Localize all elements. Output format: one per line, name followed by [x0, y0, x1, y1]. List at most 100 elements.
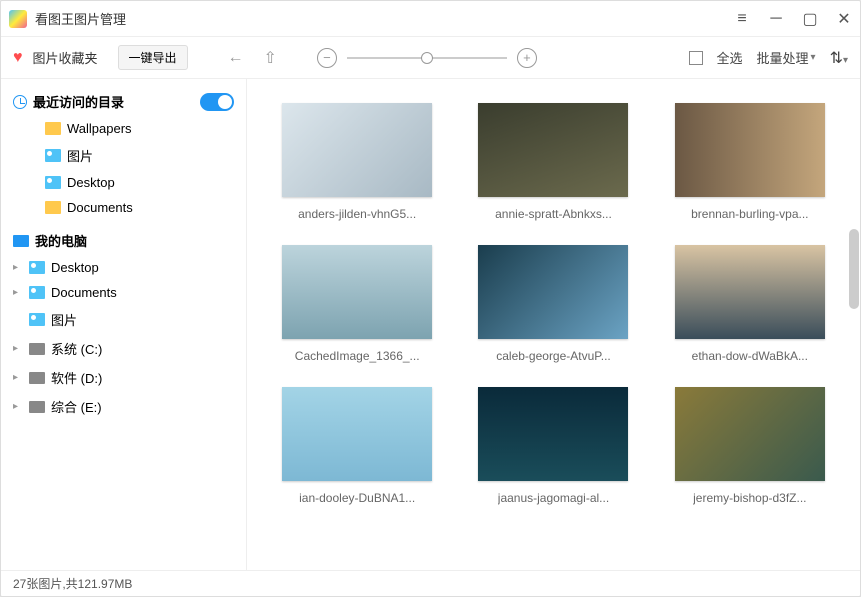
- nav-buttons: ← ⇧: [228, 48, 277, 68]
- sidebar-item-label: 综合 (E:): [51, 397, 102, 416]
- thumbnail-item[interactable]: jaanus-jagomagi-al...: [475, 387, 631, 505]
- thumbnail-label: CachedImage_1366_...: [295, 349, 420, 363]
- thumbnail-image: [282, 387, 432, 481]
- thumbnail-image: [282, 103, 432, 197]
- zoom-in-button[interactable]: +: [517, 48, 537, 68]
- image-icon: [45, 176, 61, 189]
- window-title: 看图王图片管理: [35, 9, 734, 28]
- select-all-label[interactable]: 全选: [717, 48, 743, 67]
- sidebar-item-label: 系统 (C:): [51, 339, 102, 358]
- sidebar-item-label: Documents: [51, 285, 117, 300]
- expand-icon[interactable]: ▸: [13, 287, 23, 298]
- sidebar-item[interactable]: ▸ 系统 (C:): [1, 334, 246, 363]
- thumbnail-image: [675, 387, 825, 481]
- image-icon: [29, 261, 45, 274]
- thumbnail-item[interactable]: jeremy-bishop-d3fZ...: [672, 387, 828, 505]
- right-tools: 全选 批量处理 ▾ ⇅▾: [689, 48, 849, 68]
- window-controls: ≡ ─ ▢ ✕: [734, 11, 852, 27]
- thumbnail-item[interactable]: ian-dooley-DuBNA1...: [279, 387, 435, 505]
- zoom-slider[interactable]: [347, 57, 507, 59]
- status-text: 27张图片,共121.97MB: [13, 575, 132, 592]
- sidebar-item-label: Desktop: [67, 175, 115, 190]
- thumbnail-item[interactable]: ethan-dow-dWaBkA...: [672, 245, 828, 363]
- disk-icon: [29, 401, 45, 413]
- menu-button[interactable]: ≡: [734, 11, 750, 27]
- caret-down-icon: ▾: [811, 52, 816, 63]
- sidebar-item[interactable]: ▸ Documents: [1, 280, 246, 305]
- thumbnail-label: ian-dooley-DuBNA1...: [299, 491, 415, 505]
- sidebar-item-label: Wallpapers: [67, 121, 132, 136]
- maximize-button[interactable]: ▢: [802, 11, 818, 27]
- folder-icon: [45, 201, 61, 214]
- thumbnail-image: [282, 245, 432, 339]
- expand-icon[interactable]: ▸: [13, 372, 23, 383]
- thumbnail-item[interactable]: anders-jilden-vhnG5...: [279, 103, 435, 221]
- sort-button[interactable]: ⇅▾: [830, 48, 848, 68]
- select-all-checkbox[interactable]: [689, 51, 703, 65]
- expand-icon[interactable]: ▸: [13, 401, 23, 412]
- batch-dropdown[interactable]: 批量处理 ▾: [757, 48, 816, 67]
- thumbnail-label: caleb-george-AtvuP...: [496, 349, 611, 363]
- sidebar-item-label: Documents: [67, 200, 133, 215]
- body: 最近访问的目录 Wallpapers 图片 Desktop Documents …: [1, 79, 860, 570]
- content-area: anders-jilden-vhnG5... annie-spratt-Abnk…: [247, 79, 860, 570]
- expand-icon[interactable]: ▸: [13, 262, 23, 273]
- thumbnail-grid: anders-jilden-vhnG5... annie-spratt-Abnk…: [279, 103, 828, 505]
- thumbnail-label: annie-spratt-Abnkxs...: [495, 207, 612, 221]
- sidebar-item[interactable]: 图片: [1, 141, 246, 170]
- disk-icon: [29, 372, 45, 384]
- favorites-label[interactable]: 图片收藏夹: [33, 48, 98, 67]
- thumbnail-item[interactable]: CachedImage_1366_...: [279, 245, 435, 363]
- sidebar-item-label: Desktop: [51, 260, 99, 275]
- export-button[interactable]: 一键导出: [118, 45, 188, 70]
- thumbnail-label: jaanus-jagomagi-al...: [498, 491, 609, 505]
- thumbnail-label: brennan-burling-vpa...: [691, 207, 808, 221]
- back-button[interactable]: ←: [228, 49, 244, 67]
- image-icon: [29, 286, 45, 299]
- thumbnail-image: [675, 103, 825, 197]
- sidebar-item[interactable]: Desktop: [1, 170, 246, 195]
- sidebar-item-label: 图片: [51, 310, 77, 329]
- thumbnail-label: anders-jilden-vhnG5...: [298, 207, 416, 221]
- recent-toggle[interactable]: [200, 93, 234, 111]
- thumbnail-scroll[interactable]: anders-jilden-vhnG5... annie-spratt-Abnk…: [247, 79, 860, 570]
- minimize-button[interactable]: ─: [768, 11, 784, 27]
- app-icon: [9, 10, 27, 28]
- thumbnail-image: [478, 103, 628, 197]
- sidebar-item[interactable]: ▸ 软件 (D:): [1, 363, 246, 392]
- sidebar-item[interactable]: ▸ Desktop: [1, 255, 246, 280]
- sidebar-item[interactable]: Wallpapers: [1, 116, 246, 141]
- pc-icon: [13, 235, 29, 247]
- app-window: 看图王图片管理 ≡ ─ ▢ ✕ ♥ 图片收藏夹 一键导出 ← ⇧ − + 全选 …: [0, 0, 861, 597]
- thumbnail-image: [675, 245, 825, 339]
- statusbar: 27张图片,共121.97MB: [1, 570, 860, 596]
- thumbnail-label: ethan-dow-dWaBkA...: [692, 349, 808, 363]
- my-pc-header[interactable]: 我的电脑: [1, 226, 246, 255]
- close-button[interactable]: ✕: [836, 11, 852, 27]
- clock-icon: [13, 95, 27, 109]
- expand-icon[interactable]: ▸: [13, 343, 23, 354]
- thumbnail-item[interactable]: caleb-george-AtvuP...: [475, 245, 631, 363]
- sidebar: 最近访问的目录 Wallpapers 图片 Desktop Documents …: [1, 79, 247, 570]
- thumbnail-label: jeremy-bishop-d3fZ...: [693, 491, 806, 505]
- sidebar-item-label: 图片: [67, 146, 93, 165]
- zoom-out-button[interactable]: −: [317, 48, 337, 68]
- thumbnail-item[interactable]: brennan-burling-vpa...: [672, 103, 828, 221]
- zoom-thumb[interactable]: [421, 52, 433, 64]
- thumbnail-image: [478, 245, 628, 339]
- sidebar-item[interactable]: Documents: [1, 195, 246, 220]
- up-button[interactable]: ⇧: [264, 48, 277, 68]
- thumbnail-image: [478, 387, 628, 481]
- thumbnail-item[interactable]: annie-spratt-Abnkxs...: [475, 103, 631, 221]
- scrollbar-thumb[interactable]: [849, 229, 859, 309]
- toolbar: ♥ 图片收藏夹 一键导出 ← ⇧ − + 全选 批量处理 ▾ ⇅▾: [1, 37, 860, 79]
- folder-icon: [45, 122, 61, 135]
- zoom-controls: − +: [317, 48, 679, 68]
- sidebar-item[interactable]: 图片: [1, 305, 246, 334]
- recent-header[interactable]: 最近访问的目录: [1, 87, 246, 116]
- disk-icon: [29, 343, 45, 355]
- image-icon: [45, 149, 61, 162]
- image-icon: [29, 313, 45, 326]
- sidebar-item[interactable]: ▸ 综合 (E:): [1, 392, 246, 421]
- heart-icon: ♥: [13, 49, 23, 67]
